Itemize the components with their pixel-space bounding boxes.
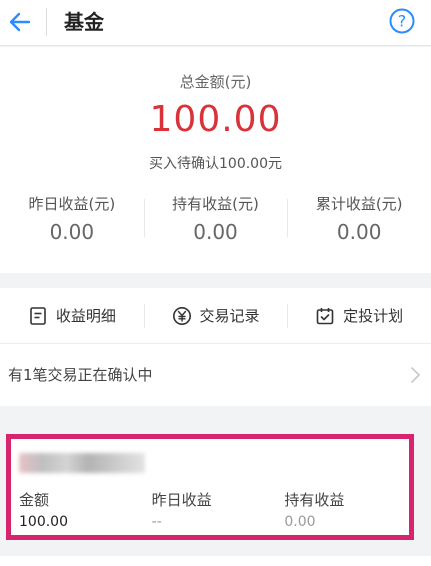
action-label: 定投计划 (343, 307, 404, 325)
calendar-check-icon (316, 307, 334, 324)
stat-value: 0.00 (49, 220, 95, 244)
header-divider (46, 8, 47, 36)
stat-holding-earnings: 持有收益(元) 0.00 (143, 193, 288, 253)
fund-name-blurred (19, 453, 145, 473)
pending-transaction-text: 有1笔交易正在确认中 (8, 366, 153, 384)
chevron-right-icon (411, 367, 420, 383)
pending-confirm-text: 买入待确认100.00元 (149, 156, 282, 172)
fund-col-value: 0.00 (284, 514, 316, 530)
fund-page: 基金 ? 总金额(元) 100.00 买入待确认100.00元 昨日收益(元) … (0, 0, 431, 566)
total-amount-value: 100.00 (149, 99, 282, 140)
bottom-strip (0, 556, 431, 566)
stat-label: 昨日收益(元) (28, 195, 116, 213)
stat-label: 累计收益(元) (315, 195, 403, 213)
fund-amount: 金额 100.00 (11, 489, 144, 530)
help-button[interactable]: ? (389, 8, 415, 34)
help-glyph: ? (398, 12, 407, 31)
top-bar: 基金 ? (0, 0, 431, 46)
stat-value: 0.00 (336, 220, 382, 244)
earnings-detail-button[interactable]: 收益明细 (0, 288, 144, 343)
fund-col-label: 持有收益 (284, 491, 345, 509)
question-circle-icon: ? (389, 8, 415, 34)
fund-holding-columns: 金额 100.00 昨日收益 -- 持有收益 0.00 (11, 489, 409, 530)
yuan-circle-icon (172, 306, 191, 325)
action-bar: 收益明细 交易记录 定投计划 (0, 288, 431, 344)
pending-transaction-row[interactable]: 有1笔交易正在确认中 (0, 344, 431, 406)
back-button[interactable] (4, 6, 36, 38)
stat-label: 持有收益(元) (172, 195, 259, 213)
action-label: 收益明细 (55, 307, 116, 325)
stat-yesterday-earnings: 昨日收益(元) 0.00 (0, 193, 144, 253)
total-amount-label: 总金额(元) (179, 73, 252, 91)
fund-col-label: 金额 (19, 491, 50, 509)
page-title: 基金 (64, 10, 104, 34)
earnings-stats: 昨日收益(元) 0.00 持有收益(元) 0.00 累计收益(元) 0.00 (0, 193, 431, 253)
stat-value: 0.00 (193, 220, 238, 244)
fund-col-value: -- (151, 514, 162, 530)
action-label: 交易记录 (199, 307, 260, 325)
fund-col-label: 昨日收益 (151, 491, 212, 509)
document-icon (30, 306, 46, 325)
fund-holding-earnings: 持有收益 0.00 (276, 489, 409, 530)
transaction-records-button[interactable]: 交易记录 (143, 288, 288, 343)
fund-holding-card[interactable]: 金额 100.00 昨日收益 -- 持有收益 0.00 (6, 434, 414, 540)
fund-col-value: 100.00 (19, 514, 68, 530)
investment-plan-button[interactable]: 定投计划 (287, 288, 431, 343)
asset-summary: 总金额(元) 100.00 买入待确认100.00元 昨日收益(元) 0.00 … (0, 47, 431, 273)
fund-yesterday-earnings: 昨日收益 -- (144, 489, 277, 530)
arrow-left-icon (9, 12, 31, 32)
stat-cumulative-earnings: 累计收益(元) 0.00 (287, 193, 431, 253)
